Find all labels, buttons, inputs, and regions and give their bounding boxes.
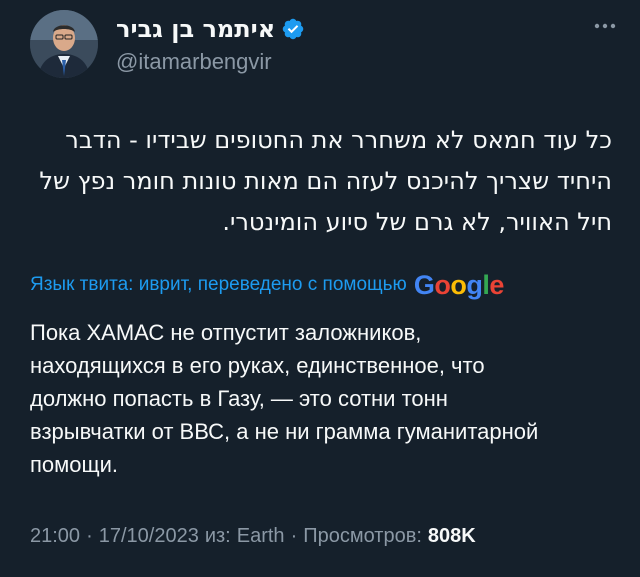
tweet-source[interactable]: Earth bbox=[237, 525, 285, 548]
verified-badge-icon[interactable] bbox=[281, 17, 305, 41]
tweet-text-line: היחיד שצריך להיכנס לעזה הם מאות טונות חו… bbox=[39, 167, 612, 195]
tweet-metadata: 21:00 · 17/10/2023 из: Earth · Просмотро… bbox=[30, 520, 476, 552]
translated-text-line: помощи. bbox=[30, 452, 119, 477]
translated-text-line: взрывчатки от ВВС, а не ни грамма гумани… bbox=[30, 419, 539, 444]
tweet-text-line: כל עוד חמאס לא משחרר את החטופים שבידיו -… bbox=[65, 126, 612, 154]
author-handle[interactable]: @itamarbengvir bbox=[116, 48, 536, 76]
translated-text-line: Пока ХАМАС не отпустит заложников, bbox=[30, 320, 422, 345]
separator: · bbox=[290, 524, 298, 547]
tweet-time[interactable]: 21:00 bbox=[30, 525, 80, 548]
profile-photo-icon bbox=[30, 10, 98, 78]
more-options-button[interactable] bbox=[590, 14, 620, 38]
translated-text-line: находящихся в его руках, единственное, ч… bbox=[30, 353, 485, 378]
author-display-name[interactable]: איתמר בן גביר bbox=[116, 15, 275, 43]
translated-text: Пока ХАМАС не отпустит заложников, наход… bbox=[30, 316, 600, 481]
author-name-row: איתמר בן גביר bbox=[116, 14, 536, 44]
tweet-text: כל עוד חמאס לא משחרר את החטופים שבידיו -… bbox=[30, 120, 612, 243]
avatar[interactable] bbox=[30, 10, 98, 78]
separator: · bbox=[86, 524, 93, 547]
tweet-date[interactable]: 17/10/2023 bbox=[99, 525, 199, 548]
views-count[interactable]: 808K bbox=[428, 525, 476, 548]
source-prefix: из: bbox=[204, 524, 231, 547]
google-logo: Google bbox=[413, 270, 505, 300]
translation-attribution[interactable]: Язык твита: иврит, переведено с помощью … bbox=[30, 268, 504, 302]
more-options-icon bbox=[594, 23, 616, 29]
translated-text-line: должно попасть в Газу, — это сотни тонн bbox=[30, 386, 448, 411]
tweet-card: איתמר בן גביר @itamarbengvir כל עוד חמאס… bbox=[0, 0, 640, 577]
views-label: Просмотров: bbox=[303, 524, 422, 547]
tweet-header: איתמר בן גביר @itamarbengvir bbox=[30, 10, 620, 80]
translation-label[interactable]: Язык твита: иврит, переведено с помощью bbox=[30, 274, 407, 296]
tweet-text-line: חיל האוויר, לא גרם של סיוע הומינטרי. bbox=[222, 208, 612, 236]
author-info: איתמר בן גביר @itamarbengvir bbox=[116, 14, 536, 76]
